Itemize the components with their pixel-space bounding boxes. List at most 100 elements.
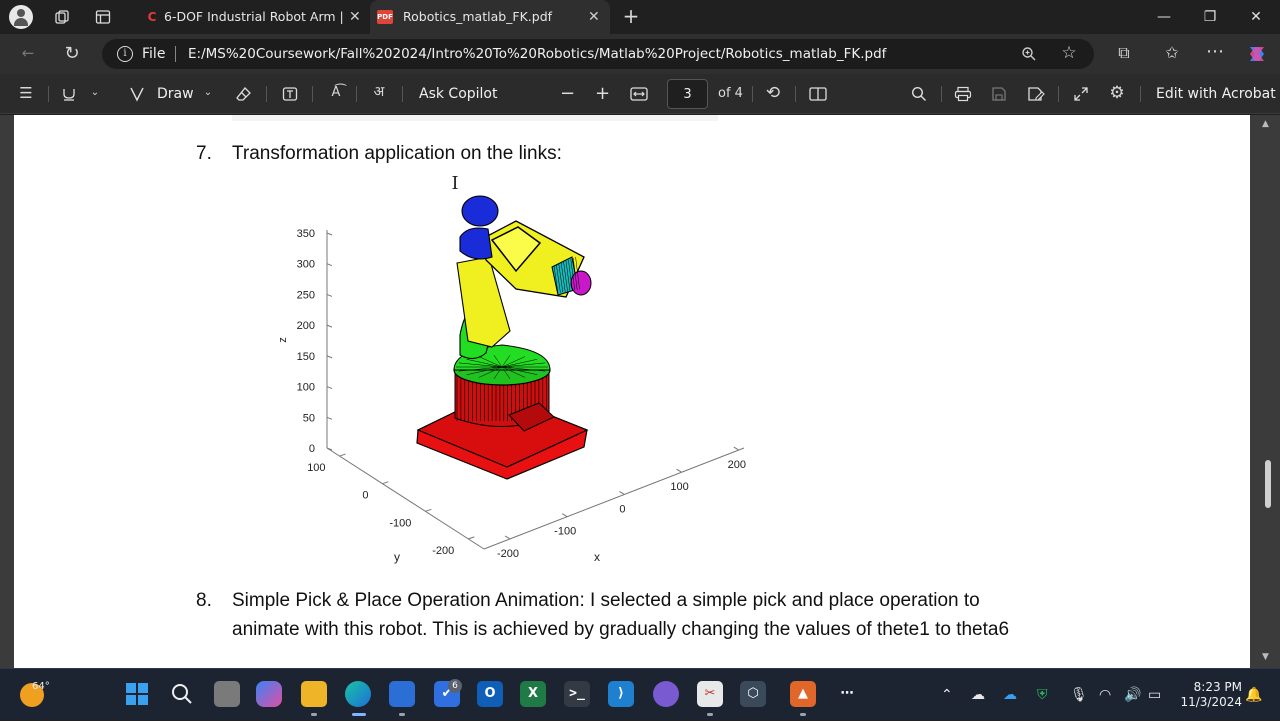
- show-hidden-icons-icon[interactable]: ⌃: [941, 669, 953, 721]
- z-tick-label: 300: [297, 259, 315, 271]
- scrollbar-thumb[interactable]: [1265, 460, 1271, 508]
- refresh-icon[interactable]: ↻: [62, 45, 82, 63]
- contents-list-icon[interactable]: ☰: [17, 86, 35, 101]
- page-number-input[interactable]: [667, 79, 708, 109]
- close-tab-icon[interactable]: ✕: [588, 0, 600, 34]
- security-shield-icon[interactable]: ⛨: [1037, 669, 1048, 721]
- address-bar-row: ← ↻ i File E:/MS%20Coursework/Fall%20202…: [0, 34, 1280, 74]
- tab-pdf[interactable]: PDF Robotics_matlab_FK.pdf ✕: [370, 0, 610, 34]
- fit-to-width-icon[interactable]: [630, 86, 648, 105]
- translate-icon[interactable]: अ: [369, 85, 389, 99]
- profile-avatar-icon[interactable]: [9, 5, 33, 29]
- draw-button[interactable]: Draw: [157, 74, 194, 114]
- z-axis-label: z: [277, 337, 289, 343]
- scroll-down-icon[interactable]: ▼: [1262, 652, 1269, 662]
- address-bar[interactable]: i File E:/MS%20Coursework/Fall%202024/In…: [102, 39, 1094, 69]
- vertical-tabs-icon[interactable]: [94, 9, 112, 28]
- notifications-bell-icon[interactable]: 🔔: [1245, 669, 1262, 721]
- chevron-down-icon[interactable]: ⌄: [89, 88, 101, 98]
- fullscreen-icon[interactable]: [1072, 86, 1090, 105]
- draw-pen-icon[interactable]: [128, 86, 146, 105]
- matlab-icon[interactable]: ▲: [790, 681, 816, 707]
- y-tick-mark: [468, 536, 475, 540]
- z-tick-label: 100: [297, 382, 315, 394]
- system-clock[interactable]: 8:23 PM 11/3/2024: [1176, 680, 1242, 710]
- section-heading-8: Simple Pick & Place Operation Animation:…: [232, 590, 980, 611]
- restore-icon[interactable]: ❐: [1187, 0, 1233, 34]
- windows-taskbar: 64° ✔ 6 O X >_ ⟩ ✂ ⬡ ▲ ⋯ ⌃ ☁ ☁ ⛨ 🎙 ◠ 🔊 ▭…: [0, 668, 1280, 720]
- excel-icon[interactable]: X: [520, 681, 546, 707]
- minimize-icon[interactable]: —: [1141, 0, 1187, 34]
- clock-date: 11/3/2024: [1180, 695, 1242, 709]
- pdf-toolbar: ☰ ⌄ Draw ⌄ A͡ अ Ask Copilot − + of 4 ⟲: [0, 74, 1280, 114]
- battery-icon[interactable]: ▭: [1148, 669, 1161, 721]
- 3d-viewer-icon[interactable]: ⬡: [740, 681, 766, 707]
- start-windows-icon[interactable]: [124, 681, 150, 707]
- page-view-icon[interactable]: [809, 86, 827, 105]
- onedrive-cloud-icon[interactable]: ☁: [971, 669, 985, 721]
- file-explorer-icon[interactable]: [301, 681, 327, 707]
- volume-icon[interactable]: 🔊: [1124, 669, 1141, 721]
- eraser-icon[interactable]: [235, 86, 253, 105]
- pdf-viewer[interactable]: 7. Transformation application on the lin…: [0, 115, 1280, 668]
- x-tick-label: 200: [728, 459, 746, 471]
- terminal-icon[interactable]: >_: [564, 681, 590, 707]
- search-icon[interactable]: [169, 681, 195, 707]
- more-menu-icon[interactable]: ⋯: [1205, 43, 1225, 61]
- close-tab-icon[interactable]: ✕: [349, 0, 361, 34]
- x-tick-label: -100: [554, 526, 576, 538]
- workspaces-icon[interactable]: [53, 9, 71, 28]
- favorites-icon[interactable]: ✩: [1162, 45, 1182, 61]
- wifi-icon[interactable]: ◠: [1099, 669, 1111, 721]
- new-tab-icon[interactable]: +: [621, 6, 641, 26]
- text-box-icon[interactable]: [281, 86, 299, 105]
- z-tick-label: 0: [309, 443, 315, 455]
- task-view-icon[interactable]: [214, 681, 240, 707]
- divider: [1140, 86, 1141, 102]
- y-tick-label: 0: [362, 490, 368, 502]
- more-apps-icon[interactable]: ⋯: [834, 681, 860, 707]
- zoom-in-button[interactable]: +: [595, 74, 610, 114]
- copilot-app-icon[interactable]: [256, 681, 282, 707]
- z-tick-label: 200: [297, 320, 315, 332]
- clock-time: 8:23 PM: [1193, 680, 1242, 694]
- microsoft-store-icon[interactable]: [389, 681, 415, 707]
- close-window-icon[interactable]: ✕: [1233, 0, 1279, 34]
- zoom-icon[interactable]: [1020, 46, 1038, 65]
- zoom-out-button[interactable]: −: [560, 74, 575, 114]
- save-as-icon[interactable]: [1027, 86, 1045, 105]
- scroll-up-icon[interactable]: ▲: [1262, 119, 1269, 129]
- microphone-icon[interactable]: 🎙: [1070, 669, 1088, 721]
- vertical-scrollbar[interactable]: [1262, 115, 1274, 668]
- site-info-icon[interactable]: i: [117, 46, 133, 62]
- settings-gear-icon[interactable]: ⚙: [1108, 85, 1126, 102]
- extensions-icon[interactable]: ⧉: [1114, 45, 1134, 61]
- notification-badge: 6: [448, 679, 462, 693]
- rotate-icon[interactable]: ⟲: [764, 85, 782, 102]
- obsidian-icon[interactable]: [653, 681, 679, 707]
- chevron-down-icon[interactable]: ⌄: [202, 88, 214, 98]
- save-icon[interactable]: [990, 86, 1008, 105]
- back-icon[interactable]: ←: [19, 46, 37, 61]
- copilot-icon[interactable]: [1246, 43, 1268, 68]
- running-indicator: [707, 713, 713, 716]
- ask-copilot-button[interactable]: Ask Copilot: [419, 74, 498, 114]
- print-icon[interactable]: [954, 86, 972, 105]
- url-text[interactable]: E:/MS%20Coursework/Fall%202024/Intro%20T…: [188, 39, 886, 69]
- outlook-icon[interactable]: O: [477, 681, 503, 707]
- tab-robot-arm[interactable]: C 6-DOF Industrial Robot Arm | 3D ✕: [132, 0, 368, 34]
- onedrive-blue-icon[interactable]: ☁: [1003, 669, 1017, 721]
- vscode-icon[interactable]: ⟩: [608, 681, 634, 707]
- edit-with-acrobat-button[interactable]: Edit with Acrobat: [1156, 74, 1276, 114]
- divider: [795, 86, 796, 102]
- x-tick-mark: [619, 491, 625, 495]
- edge-browser-icon[interactable]: [345, 681, 371, 707]
- y-tick-mark: [339, 453, 346, 457]
- snipping-tool-icon[interactable]: ✂: [697, 681, 723, 707]
- highlight-icon[interactable]: [60, 86, 78, 105]
- z-tick-mark: [326, 386, 333, 390]
- read-aloud-icon[interactable]: A͡: [326, 86, 346, 99]
- favorite-star-icon[interactable]: ☆: [1060, 45, 1078, 62]
- z-tick-label: 50: [303, 412, 315, 424]
- search-icon[interactable]: [910, 86, 928, 105]
